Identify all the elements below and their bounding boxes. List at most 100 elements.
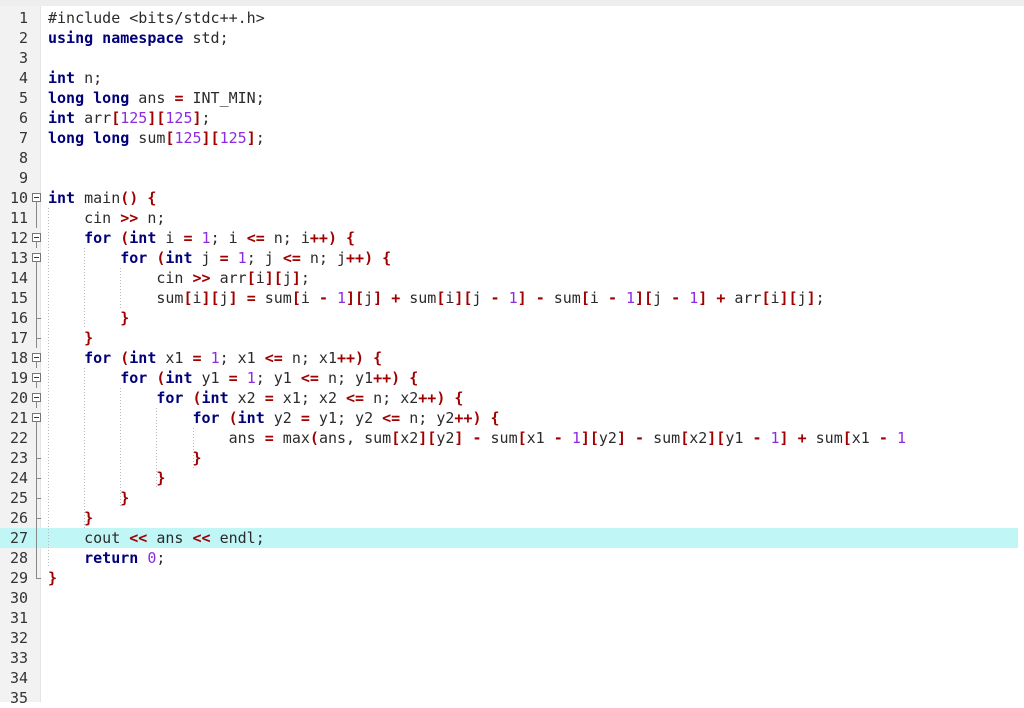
code-line[interactable]: 25 } — [0, 488, 1018, 508]
code-text[interactable]: cin >> n; — [44, 209, 165, 227]
code-line[interactable]: 32 — [0, 628, 1018, 648]
code-text[interactable]: long long ans = INT_MIN; — [44, 89, 265, 107]
fold-end-icon — [30, 448, 44, 468]
code-line[interactable]: 20 for (int x2 = x1; x2 <= n; x2++) { — [0, 388, 1018, 408]
code-line[interactable]: 1 #include <bits/stdc++.h> — [0, 8, 1018, 28]
code-token: ans — [129, 89, 175, 107]
fold-line-icon — [30, 208, 44, 228]
code-text[interactable]: long long sum[125][125]; — [44, 129, 265, 147]
fold-toggle-icon[interactable] — [30, 368, 44, 388]
code-editor[interactable]: 1 #include <bits/stdc++.h> 2 using namespac… — [0, 0, 1024, 707]
code-text[interactable]: for (int j = 1; j <= n; j++) { — [44, 249, 391, 267]
indent-guide — [120, 388, 121, 508]
code-text[interactable]: } — [44, 329, 93, 347]
code-line[interactable]: 27 cout << ans << endl; — [0, 528, 1018, 548]
fold-toggle-icon[interactable] — [30, 388, 44, 408]
code-token: ; — [201, 109, 211, 127]
code-text[interactable]: for (int i = 1; i <= n; i++) { — [44, 229, 355, 247]
code-token: - — [607, 289, 617, 307]
line-number: 25 — [9, 489, 28, 507]
code-line[interactable]: 15 sum[i][j] = sum[i - 1][j] + sum[i][j … — [0, 288, 1018, 308]
code-token: y2 — [264, 409, 301, 427]
code-text[interactable]: ans = max(ans, sum[x2][y2] - sum[x1 - 1]… — [44, 429, 906, 447]
code-text[interactable]: int n; — [44, 69, 102, 87]
code-text[interactable]: } — [44, 489, 129, 507]
code-token: y2 — [598, 429, 617, 447]
code-text[interactable]: cout << ans << endl; — [44, 529, 265, 547]
code-token: - — [472, 429, 482, 447]
fold-toggle-icon[interactable] — [30, 228, 44, 248]
code-token: = — [192, 349, 202, 367]
code-text[interactable]: } — [44, 469, 165, 487]
fold-toggle-icon[interactable] — [30, 248, 44, 268]
fold-end-icon — [30, 328, 44, 348]
code-token: 1 — [626, 289, 636, 307]
code-line[interactable]: 31 — [0, 608, 1018, 628]
code-text[interactable]: for (int x1 = 1; x1 <= n; x1++) { — [44, 349, 382, 367]
code-line[interactable]: 16 } — [0, 308, 1018, 328]
line-number: 1 — [18, 9, 28, 27]
code-token: for — [120, 369, 148, 387]
code-text[interactable]: int main() { — [44, 189, 156, 207]
code-text[interactable]: } — [44, 309, 129, 327]
code-line[interactable]: 24 } — [0, 468, 1018, 488]
code-token: - — [318, 289, 328, 307]
fold-toggle-icon[interactable] — [30, 188, 44, 208]
code-line[interactable]: 28 return 0; — [0, 548, 1018, 568]
code-token: n; j — [300, 249, 347, 267]
code-line[interactable]: 26 } — [0, 508, 1018, 528]
code-text[interactable]: return 0; — [44, 549, 165, 567]
code-token: <= — [246, 229, 265, 247]
code-line[interactable]: 8 — [0, 148, 1018, 168]
code-line[interactable]: 29} — [0, 568, 1018, 588]
code-text[interactable]: sum[i][j] = sum[i - 1][j] + sum[i][j - 1… — [44, 289, 824, 307]
code-token: sum — [255, 289, 292, 307]
code-line[interactable]: 12 for (int i = 1; i <= n; i++) { — [0, 228, 1018, 248]
code-text[interactable]: } — [44, 509, 93, 527]
code-text[interactable]: for (int y1 = 1; y1 <= n; y1++) { — [44, 369, 418, 387]
code-line[interactable]: 7 long long sum[125][125]; — [0, 128, 1018, 148]
code-text[interactable]: for (int x2 = x1; x2 <= n; x2++) { — [44, 389, 463, 407]
code-line[interactable]: 23 } — [0, 448, 1018, 468]
code-text[interactable]: } — [44, 569, 57, 587]
code-text[interactable]: using namespace std; — [44, 29, 229, 47]
code-line[interactable]: 35 — [0, 688, 1018, 708]
code-line[interactable]: 4 int n; — [0, 68, 1018, 88]
code-line[interactable]: 3 — [0, 48, 1018, 68]
code-text[interactable]: #include <bits/stdc++.h> — [44, 9, 265, 27]
code-token: ] — [517, 289, 527, 307]
fold-gutter — [30, 8, 44, 28]
line-number: 29 — [9, 569, 28, 587]
code-line[interactable]: 30 — [0, 588, 1018, 608]
code-line[interactable]: 18 for (int x1 = 1; x1 <= n; x1++) { — [0, 348, 1018, 368]
code-line[interactable]: 10 int main() { — [0, 188, 1018, 208]
code-line[interactable]: 33 — [0, 648, 1018, 668]
code-line[interactable]: 6 int arr[125][125]; — [0, 108, 1018, 128]
fold-toggle-icon[interactable] — [30, 408, 44, 428]
code-line[interactable]: 19 for (int y1 = 1; y1 <= n; y1++) { — [0, 368, 1018, 388]
code-line[interactable]: 22 ans = max(ans, sum[x2][y2] - sum[x1 -… — [0, 428, 1018, 448]
code-line[interactable]: 21 for (int y2 = y1; y2 <= n; y2++) { — [0, 408, 1018, 428]
code-line[interactable]: 14 cin >> arr[i][j]; — [0, 268, 1018, 288]
code-line[interactable]: 34 — [0, 668, 1018, 688]
code-token: x1 — [156, 349, 193, 367]
code-token: ] — [779, 429, 789, 447]
code-text[interactable]: } — [44, 449, 202, 467]
code-line[interactable]: 11 cin >> n; — [0, 208, 1018, 228]
code-text[interactable]: for (int y2 = y1; y2 <= n; y2++) { — [44, 409, 500, 427]
code-text[interactable]: int arr[125][125]; — [44, 109, 211, 127]
fold-toggle-icon[interactable] — [30, 348, 44, 368]
code-line[interactable]: 5 long long ans = INT_MIN; — [0, 88, 1018, 108]
code-line[interactable]: 17 } — [0, 328, 1018, 348]
code-line[interactable]: 2 using namespace std; — [0, 28, 1018, 48]
code-line[interactable]: 13 for (int j = 1; j <= n; j++) { — [0, 248, 1018, 268]
code-line[interactable]: 9 — [0, 168, 1018, 188]
code-token: = — [264, 389, 274, 407]
